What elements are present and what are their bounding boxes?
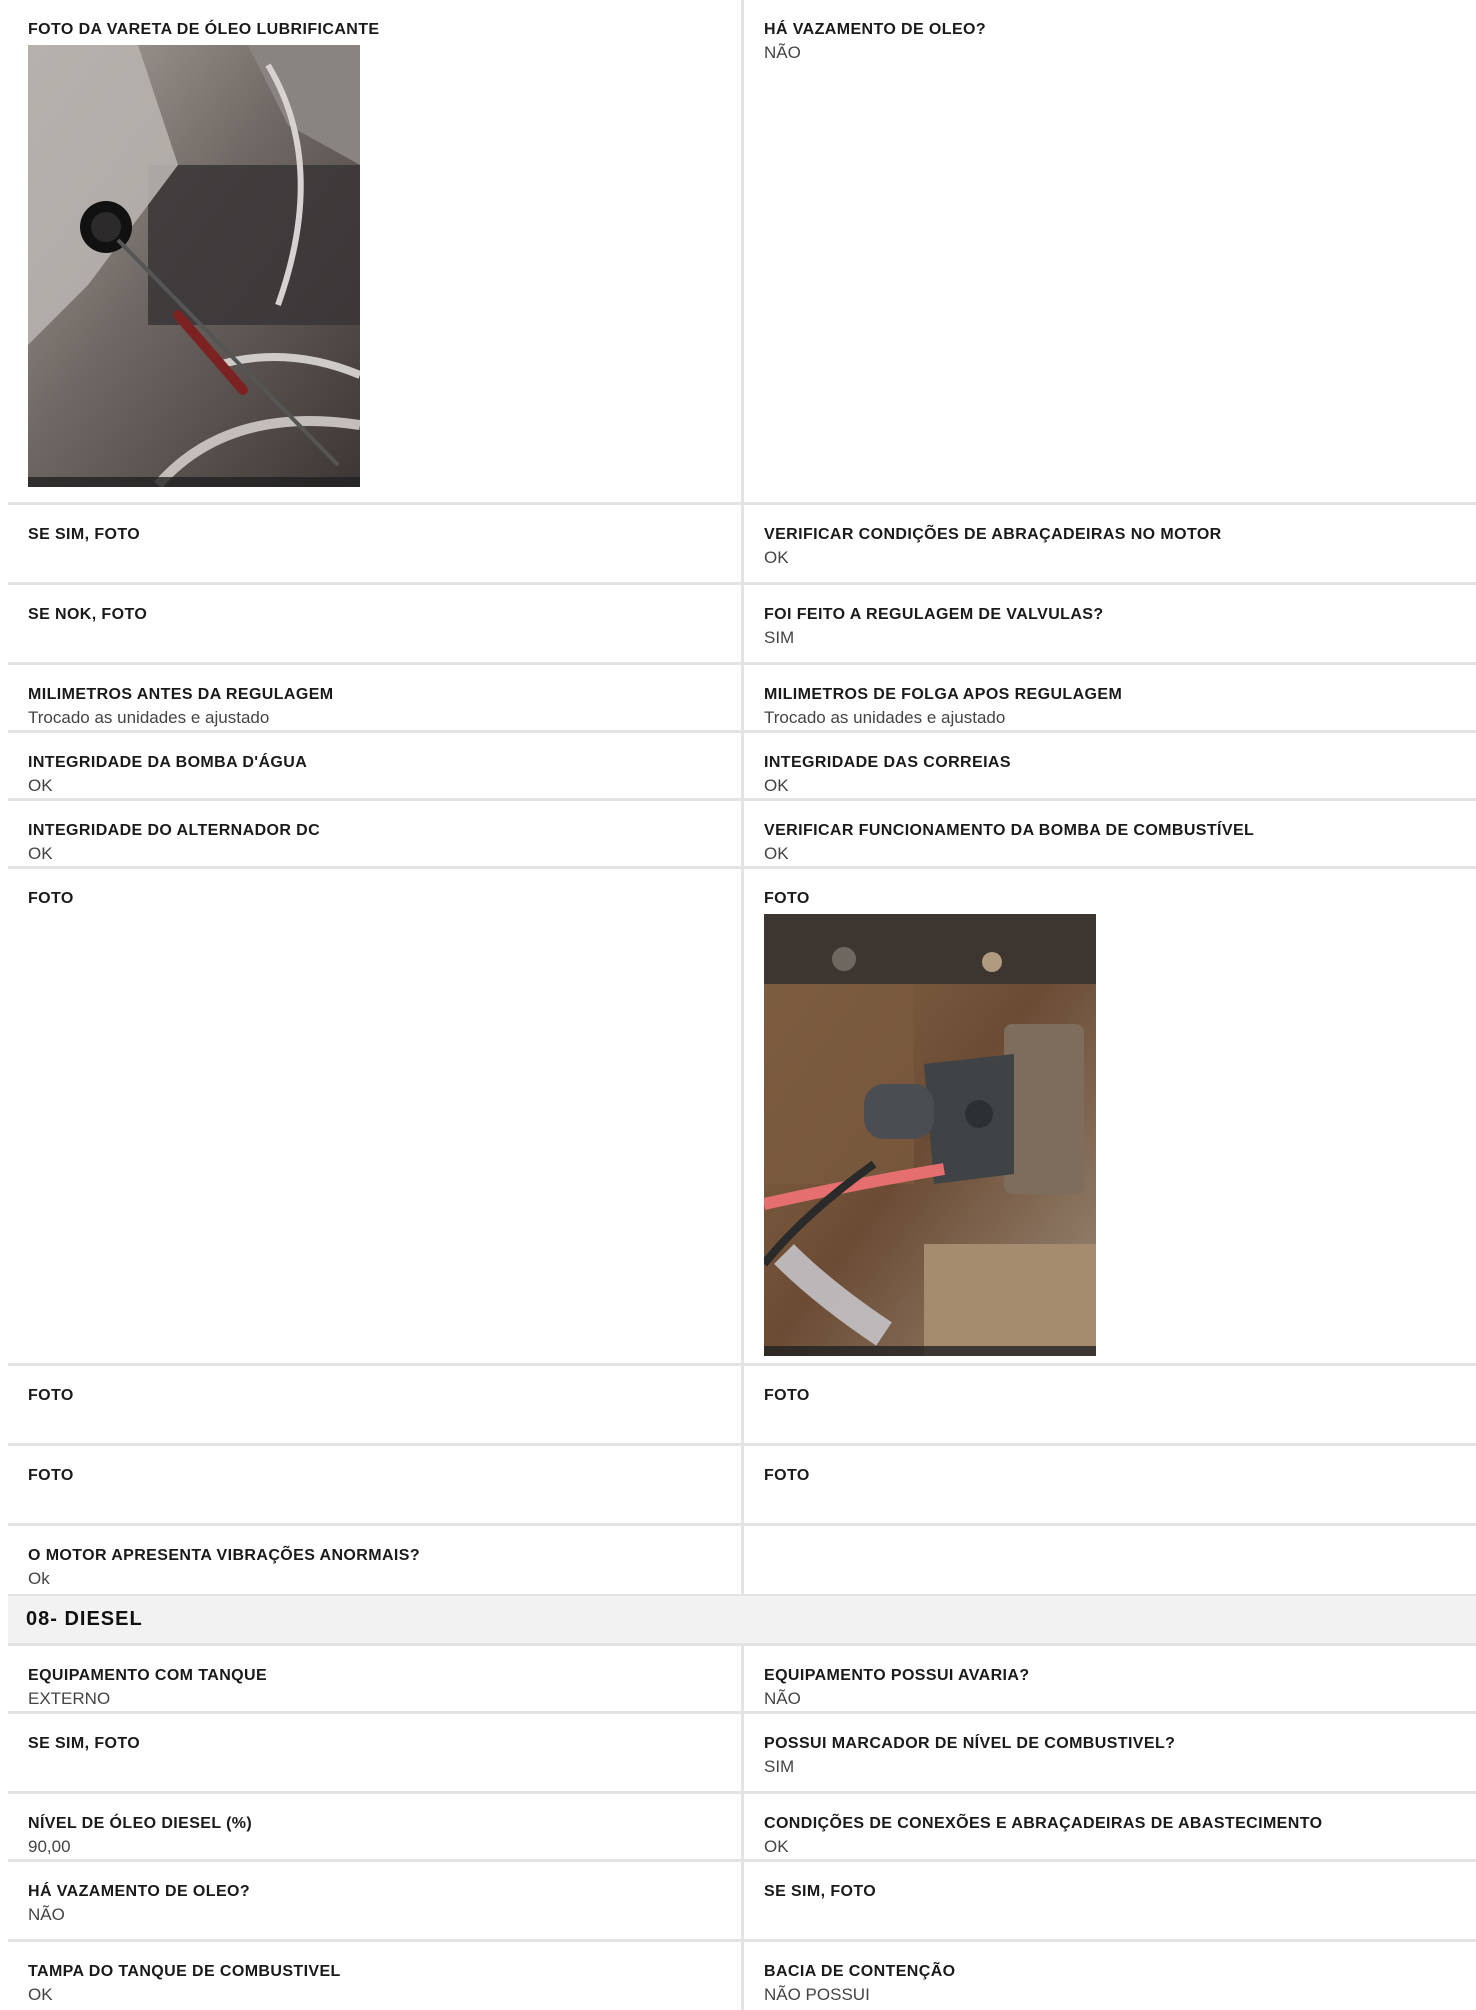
field-value: OK <box>28 776 53 795</box>
field-value: SIM <box>764 628 795 647</box>
field-label: EQUIPAMENTO COM TANQUE <box>28 1667 268 1684</box>
form-row: SE SIM, FOTO VERIFICAR CONDIÇÕES DE ABRA… <box>8 505 1476 585</box>
section-header: 08- DIESEL <box>8 1594 1476 1646</box>
field-label: FOTO DA VARETA DE ÓLEO LUBRIFICANTE <box>28 21 380 38</box>
field-value: NÃO <box>28 1905 65 1924</box>
form-field: O MOTOR APRESENTA VIBRAÇÕES ANORMAIS? Ok <box>8 1526 744 1594</box>
fuel-pump-photo[interactable] <box>764 914 1096 1356</box>
field-label: BACIA DE CONTENÇÃO <box>764 1963 956 1980</box>
field-label: SE SIM, FOTO <box>28 1735 141 1752</box>
field-value: 90,00 <box>28 1837 71 1856</box>
field-label: SE SIM, FOTO <box>28 526 141 543</box>
field-value: EXTERNO <box>28 1689 111 1708</box>
form-row: INTEGRIDADE DA BOMBA D'ÁGUA OK INTEGRIDA… <box>8 733 1476 801</box>
form-field: CONDIÇÕES DE CONEXÕES E ABRAÇADEIRAS DE … <box>744 1794 1476 1859</box>
form-row: HÁ VAZAMENTO DE OLEO? NÃO SE SIM, FOTO <box>8 1862 1476 1942</box>
form-field: FOTO DA VARETA DE ÓLEO LUBRIFICANTE <box>8 0 744 502</box>
form-field: INTEGRIDADE DO ALTERNADOR DC OK <box>8 801 744 866</box>
field-label: FOI FEITO A REGULAGEM DE VALVULAS? <box>764 606 1104 623</box>
field-label: SE NOK, FOTO <box>28 606 148 623</box>
form-field: FOTO <box>744 1366 1476 1443</box>
form-field: HÁ VAZAMENTO DE OLEO? NÃO <box>8 1862 744 1939</box>
form-field: FOTO <box>8 869 744 1363</box>
form-field: FOTO <box>744 1446 1476 1523</box>
form-row: TAMPA DO TANQUE DE COMBUSTIVEL OK BACIA … <box>8 1942 1476 2010</box>
form-field: FOI FEITO A REGULAGEM DE VALVULAS? SIM <box>744 585 1476 662</box>
field-value: OK <box>764 776 789 795</box>
form-field: INTEGRIDADE DA BOMBA D'ÁGUA OK <box>8 733 744 798</box>
form-field: NÍVEL DE ÓLEO DIESEL (%) 90,00 <box>8 1794 744 1859</box>
section-title: 08- DIESEL <box>26 1608 143 1630</box>
form-row: MILIMETROS ANTES DA REGULAGEM Trocado as… <box>8 665 1476 733</box>
form-row: SE SIM, FOTO POSSUI MARCADOR DE NÍVEL DE… <box>8 1714 1476 1794</box>
form-field: HÁ VAZAMENTO DE OLEO? NÃO <box>744 0 1476 502</box>
form-field: MILIMETROS DE FOLGA APOS REGULAGEM Troca… <box>744 665 1476 730</box>
form-row: FOTO FOTO <box>8 1366 1476 1446</box>
form-row: FOTO FOTO <box>8 1446 1476 1526</box>
form-row: SE NOK, FOTO FOI FEITO A REGULAGEM DE VA… <box>8 585 1476 665</box>
form-row: INTEGRIDADE DO ALTERNADOR DC OK VERIFICA… <box>8 801 1476 869</box>
form-field: EQUIPAMENTO POSSUI AVARIA? NÃO <box>744 1646 1476 1711</box>
field-value: OK <box>764 844 789 863</box>
field-label: HÁ VAZAMENTO DE OLEO? <box>28 1883 251 1900</box>
form-field: FOTO <box>8 1446 744 1523</box>
form-field: SE SIM, FOTO <box>744 1862 1476 1939</box>
field-value: OK <box>28 844 53 863</box>
field-value: NÃO <box>764 1689 801 1708</box>
field-label: SE SIM, FOTO <box>764 1883 877 1900</box>
field-label: HÁ VAZAMENTO DE OLEO? <box>764 21 987 38</box>
field-label: FOTO <box>28 890 74 907</box>
field-label: FOTO <box>764 890 810 907</box>
field-label: INTEGRIDADE DO ALTERNADOR DC <box>28 822 321 839</box>
form-field: SE SIM, FOTO <box>8 1714 744 1791</box>
form-field: MILIMETROS ANTES DA REGULAGEM Trocado as… <box>8 665 744 730</box>
form-field: BACIA DE CONTENÇÃO NÃO POSSUI <box>744 1942 1476 2010</box>
field-value: OK <box>764 548 789 567</box>
field-value: Trocado as unidades e ajustado <box>764 708 1006 727</box>
oil-dipstick-photo[interactable] <box>28 45 360 487</box>
form-field: FOTO <box>744 869 1476 1363</box>
field-label: EQUIPAMENTO POSSUI AVARIA? <box>764 1667 1030 1684</box>
form-field: SE NOK, FOTO <box>8 585 744 662</box>
field-label: CONDIÇÕES DE CONEXÕES E ABRAÇADEIRAS DE … <box>764 1815 1323 1832</box>
form-row: NÍVEL DE ÓLEO DIESEL (%) 90,00 CONDIÇÕES… <box>8 1794 1476 1862</box>
form-field: FOTO <box>8 1366 744 1443</box>
form-field: VERIFICAR FUNCIONAMENTO DA BOMBA DE COMB… <box>744 801 1476 866</box>
field-label: FOTO <box>764 1387 810 1404</box>
form-field: VERIFICAR CONDIÇÕES DE ABRAÇADEIRAS NO M… <box>744 505 1476 582</box>
field-label: POSSUI MARCADOR DE NÍVEL DE COMBUSTIVEL? <box>764 1735 1176 1752</box>
form-row: EQUIPAMENTO COM TANQUE EXTERNO EQUIPAMEN… <box>8 1646 1476 1714</box>
form-field: EQUIPAMENTO COM TANQUE EXTERNO <box>8 1646 744 1711</box>
form-field: SE SIM, FOTO <box>8 505 744 582</box>
field-label: FOTO <box>28 1467 74 1484</box>
field-label: MILIMETROS ANTES DA REGULAGEM <box>28 686 334 703</box>
field-label: FOTO <box>28 1387 74 1404</box>
field-label: TAMPA DO TANQUE DE COMBUSTIVEL <box>28 1963 341 1980</box>
field-value: Ok <box>28 1569 50 1588</box>
field-label: O MOTOR APRESENTA VIBRAÇÕES ANORMAIS? <box>28 1547 421 1564</box>
field-label: NÍVEL DE ÓLEO DIESEL (%) <box>28 1815 253 1832</box>
inspection-sheet: FOTO DA VARETA DE ÓLEO LUBRIFICANTE HÁ V… <box>8 0 1476 2010</box>
field-value: OK <box>28 1985 53 2004</box>
form-row: FOTO DA VARETA DE ÓLEO LUBRIFICANTE HÁ V… <box>8 0 1476 505</box>
field-value: OK <box>764 1837 789 1856</box>
form-field <box>744 1526 1476 1594</box>
field-value: Trocado as unidades e ajustado <box>28 708 270 727</box>
field-label: VERIFICAR FUNCIONAMENTO DA BOMBA DE COMB… <box>764 822 1255 839</box>
form-field: POSSUI MARCADOR DE NÍVEL DE COMBUSTIVEL?… <box>744 1714 1476 1791</box>
field-label: VERIFICAR CONDIÇÕES DE ABRAÇADEIRAS NO M… <box>764 526 1222 543</box>
field-label: INTEGRIDADE DA BOMBA D'ÁGUA <box>28 754 308 771</box>
form-row: FOTO FOTO <box>8 869 1476 1366</box>
field-value: SIM <box>764 1757 795 1776</box>
field-value: NÃO <box>764 43 801 62</box>
field-label: INTEGRIDADE DAS CORREIAS <box>764 754 1011 771</box>
form-row: O MOTOR APRESENTA VIBRAÇÕES ANORMAIS? Ok <box>8 1526 1476 1594</box>
field-value: NÃO POSSUI <box>764 1985 870 2004</box>
field-label: MILIMETROS DE FOLGA APOS REGULAGEM <box>764 686 1123 703</box>
form-field: TAMPA DO TANQUE DE COMBUSTIVEL OK <box>8 1942 744 2010</box>
form-field: INTEGRIDADE DAS CORREIAS OK <box>744 733 1476 798</box>
field-label: FOTO <box>764 1467 810 1484</box>
